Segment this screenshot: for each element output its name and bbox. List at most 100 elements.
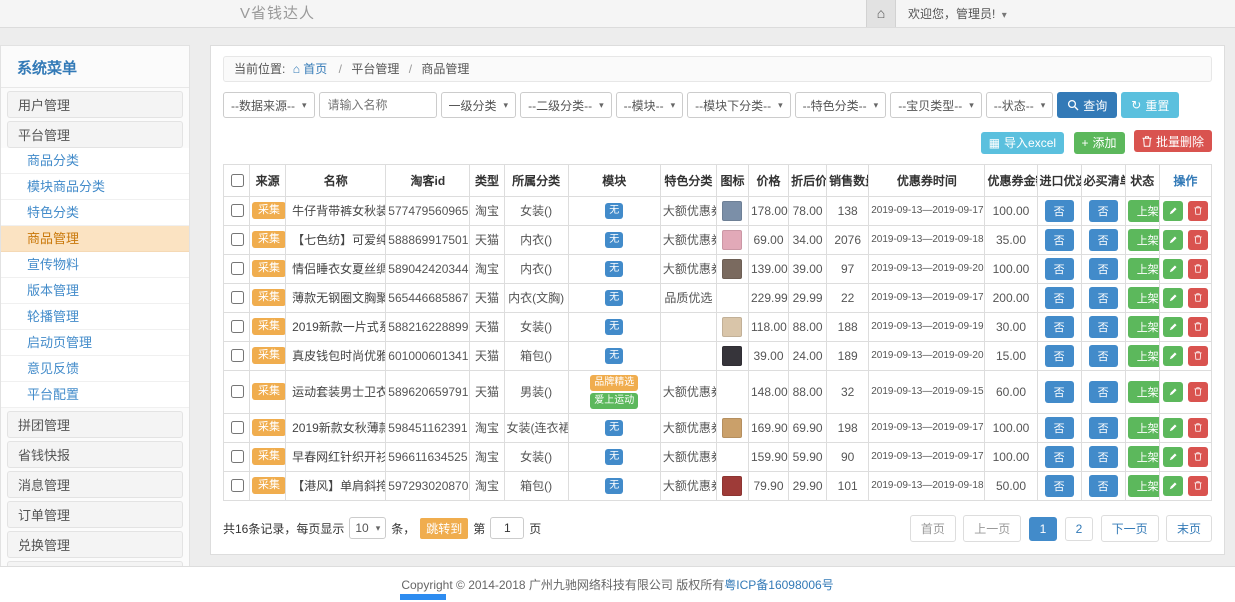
import-select-toggle[interactable]: 否 [1045,345,1074,367]
sidebar-item[interactable]: 消息管理 [7,471,183,498]
import-select-toggle[interactable]: 否 [1045,200,1074,222]
page-button[interactable]: 末页 [1166,515,1212,542]
filter-select[interactable]: --状态-- [986,92,1054,118]
page-number-input[interactable] [490,517,524,539]
import-select-toggle[interactable]: 否 [1045,475,1074,497]
status-toggle[interactable]: 上架 [1128,381,1160,403]
row-checkbox[interactable] [231,349,244,362]
sidebar-item[interactable]: 商品分类 [1,148,189,174]
row-checkbox[interactable] [231,320,244,333]
edit-button[interactable] [1163,346,1183,366]
edit-button[interactable] [1163,317,1183,337]
import-select-toggle[interactable]: 否 [1045,229,1074,251]
delete-button[interactable] [1188,382,1208,402]
sidebar-item[interactable]: 宣传物料 [1,252,189,278]
sidebar-item[interactable]: 订单管理 [7,501,183,528]
sidebar-item[interactable]: 特色分类 [1,200,189,226]
import-select-toggle[interactable]: 否 [1045,316,1074,338]
delete-button[interactable] [1188,259,1208,279]
name-search-input[interactable] [319,92,437,118]
delete-button[interactable] [1188,418,1208,438]
filter-select[interactable]: --特色分类-- [795,92,887,118]
edit-button[interactable] [1163,230,1183,250]
status-toggle[interactable]: 上架 [1128,417,1160,439]
must-buy-toggle[interactable]: 否 [1089,200,1118,222]
batch-delete-button[interactable]: 批量删除 [1134,130,1212,152]
must-buy-toggle[interactable]: 否 [1089,475,1118,497]
sidebar-item[interactable]: 平台管理 [7,121,183,148]
delete-button[interactable] [1188,447,1208,467]
must-buy-toggle[interactable]: 否 [1089,229,1118,251]
import-select-toggle[interactable]: 否 [1045,258,1074,280]
must-buy-toggle[interactable]: 否 [1089,381,1118,403]
delete-button[interactable] [1188,288,1208,308]
select-all-checkbox[interactable] [231,174,244,187]
filter-select[interactable]: --模块下分类-- [687,92,791,118]
search-button[interactable]: 查询 [1057,92,1117,118]
row-checkbox[interactable] [231,385,244,398]
sidebar-item[interactable]: 拼团管理 [7,411,183,438]
status-toggle[interactable]: 上架 [1128,287,1160,309]
jump-button[interactable]: 跳转到 [420,518,468,539]
sidebar-item[interactable]: 平台配置 [1,382,189,408]
import-select-toggle[interactable]: 否 [1045,381,1074,403]
sidebar-item[interactable]: 省钱快报 [7,441,183,468]
reset-button[interactable]: ↻ 重置 [1121,92,1179,118]
per-page-select[interactable]: 10 [349,517,386,539]
sidebar-item[interactable]: 兑换管理 [7,531,183,558]
home-button[interactable]: ⌂ [866,0,896,27]
import-select-toggle[interactable]: 否 [1045,287,1074,309]
row-checkbox[interactable] [231,291,244,304]
edit-button[interactable] [1163,259,1183,279]
filter-select-data-source[interactable]: --数据来源-- [223,92,315,118]
edit-button[interactable] [1163,382,1183,402]
delete-button[interactable] [1188,346,1208,366]
delete-button[interactable] [1188,201,1208,221]
sidebar-item[interactable]: 商品管理 [1,226,189,252]
icp-link[interactable]: 粤ICP备16098006号 [724,578,833,592]
page-button[interactable]: 首页 [910,515,956,542]
edit-button[interactable] [1163,288,1183,308]
import-excel-button[interactable]: ▦ 导入excel [981,132,1064,154]
row-checkbox[interactable] [231,233,244,246]
edit-button[interactable] [1163,418,1183,438]
user-menu[interactable]: 欢迎您，管理员! ▾ [908,5,1007,22]
row-checkbox[interactable] [231,262,244,275]
breadcrumb-home-link[interactable]: ⌂ 首页 [293,62,328,76]
page-button[interactable]: 下一页 [1101,515,1159,542]
row-checkbox[interactable] [231,421,244,434]
sidebar-item[interactable]: 版本管理 [1,278,189,304]
page-button[interactable]: 1 [1029,517,1058,541]
status-toggle[interactable]: 上架 [1128,200,1160,222]
status-toggle[interactable]: 上架 [1128,229,1160,251]
status-toggle[interactable]: 上架 [1128,446,1160,468]
page-button[interactable]: 上一页 [963,515,1021,542]
delete-button[interactable] [1188,476,1208,496]
edit-button[interactable] [1163,476,1183,496]
import-select-toggle[interactable]: 否 [1045,446,1074,468]
row-checkbox[interactable] [231,204,244,217]
status-toggle[interactable]: 上架 [1128,316,1160,338]
sidebar-item[interactable]: 用户管理 [7,91,183,118]
must-buy-toggle[interactable]: 否 [1089,417,1118,439]
breadcrumb-section[interactable]: 平台管理 [351,62,399,76]
must-buy-toggle[interactable]: 否 [1089,345,1118,367]
filter-select[interactable]: --模块-- [616,92,684,118]
edit-button[interactable] [1163,201,1183,221]
row-checkbox[interactable] [231,479,244,492]
delete-button[interactable] [1188,317,1208,337]
must-buy-toggle[interactable]: 否 [1089,316,1118,338]
status-toggle[interactable]: 上架 [1128,475,1160,497]
delete-button[interactable] [1188,230,1208,250]
filter-select[interactable]: --宝贝类型-- [890,92,982,118]
filter-select[interactable]: --二级分类-- [520,92,612,118]
sidebar-item[interactable]: 模块商品分类 [1,174,189,200]
filter-select[interactable]: 一级分类 [441,92,517,118]
must-buy-toggle[interactable]: 否 [1089,287,1118,309]
page-button[interactable]: 2 [1065,517,1094,541]
status-toggle[interactable]: 上架 [1128,258,1160,280]
sidebar-item[interactable]: 轮播管理 [1,304,189,330]
import-select-toggle[interactable]: 否 [1045,417,1074,439]
add-button[interactable]: + 添加 [1074,132,1125,154]
must-buy-toggle[interactable]: 否 [1089,258,1118,280]
